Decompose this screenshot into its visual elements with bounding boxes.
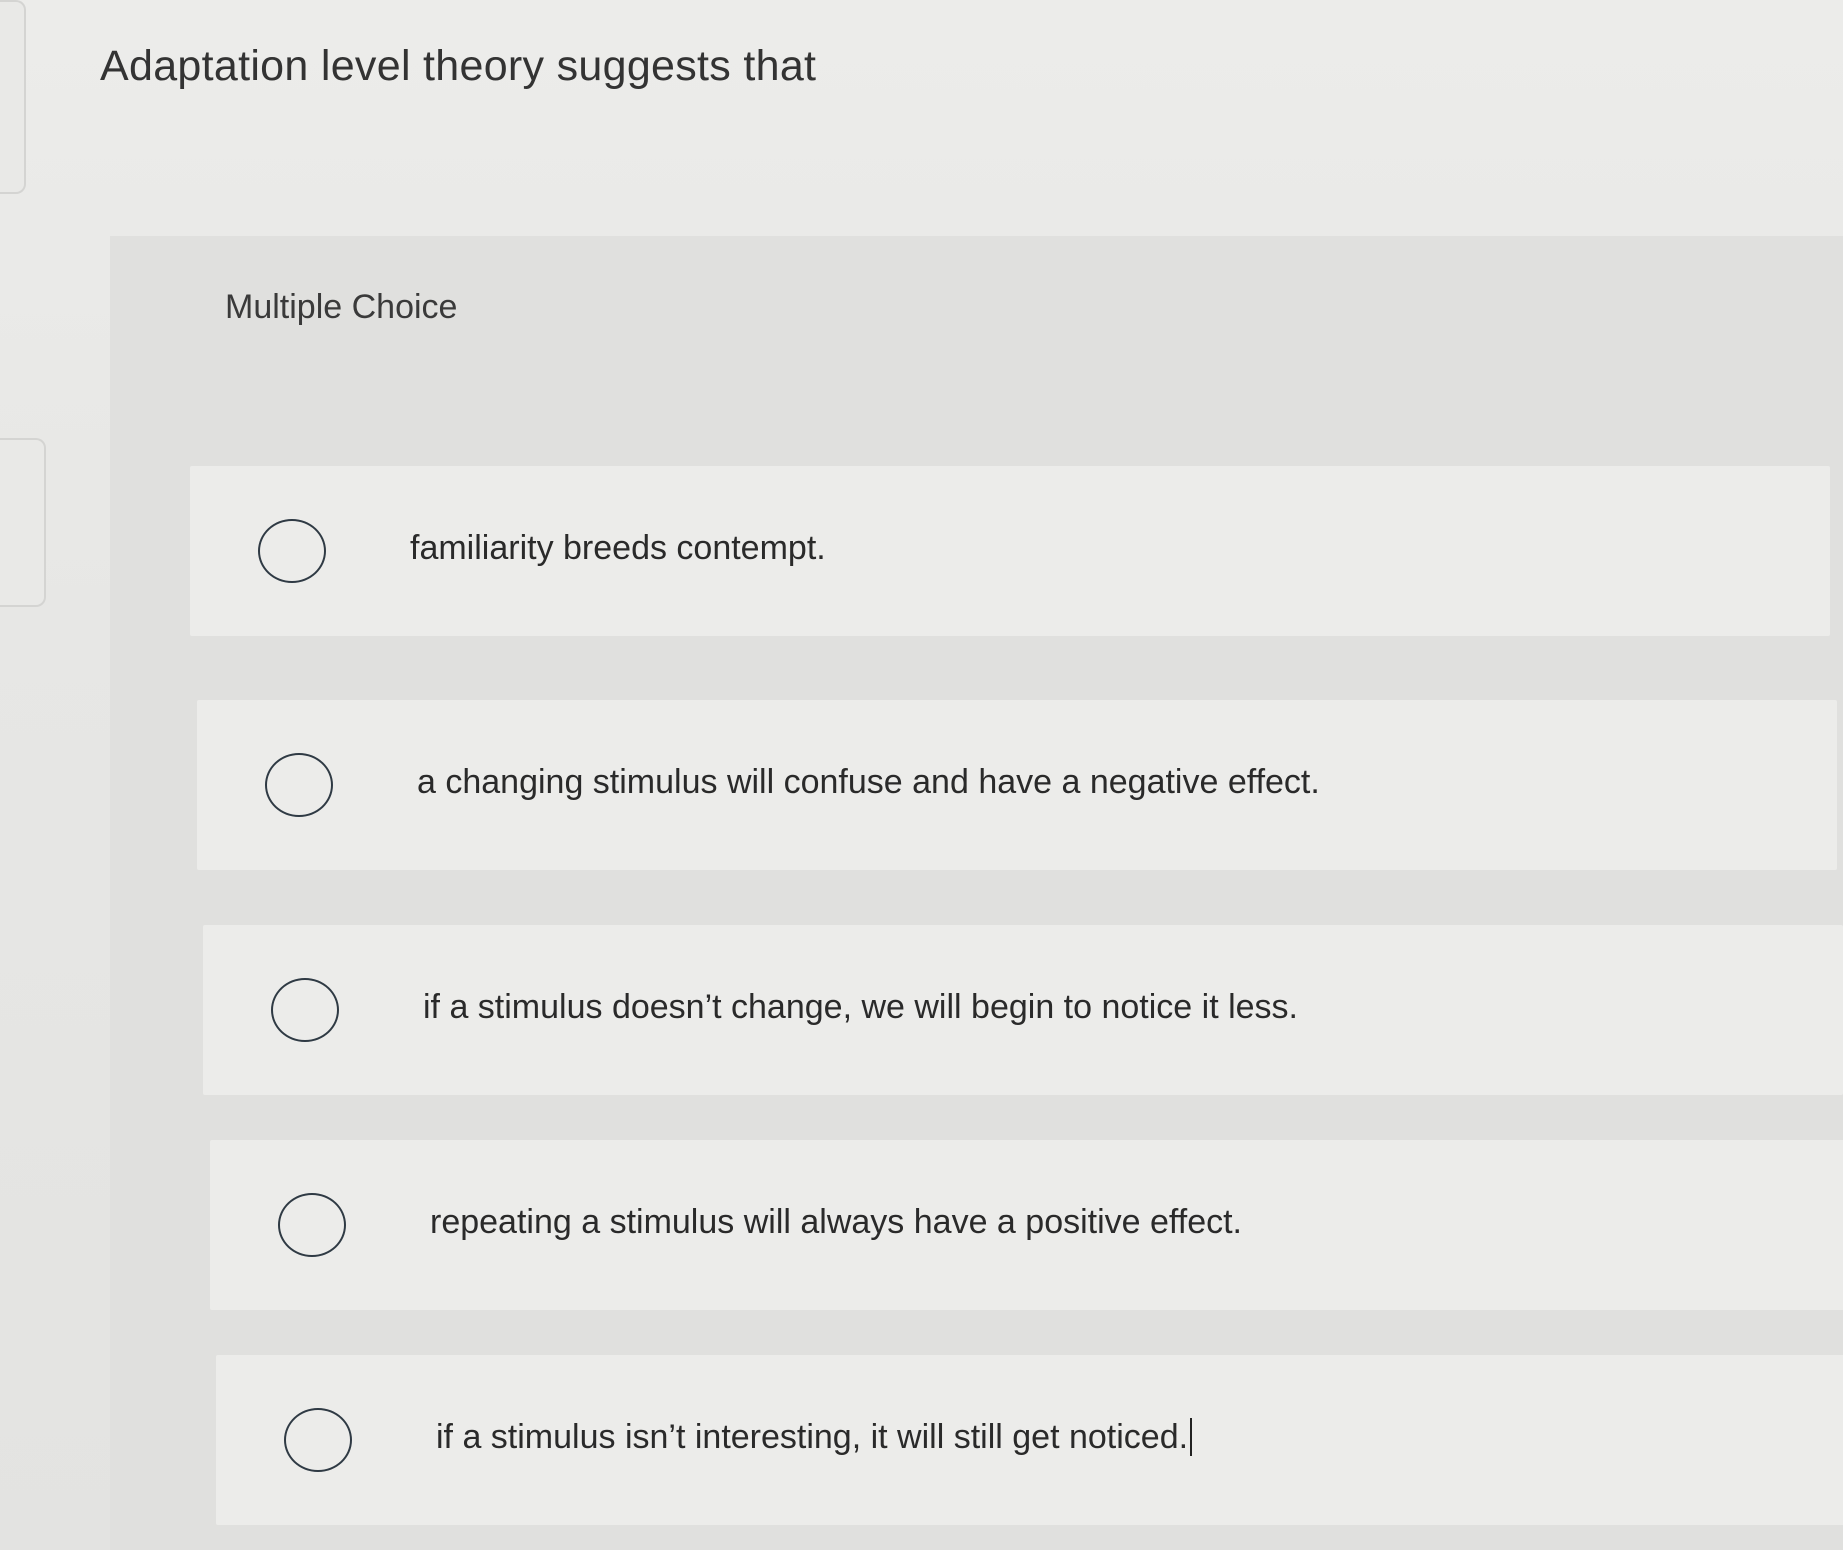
- radio-button-icon[interactable]: [265, 753, 333, 817]
- answer-option-label: repeating a stimulus will always have a …: [430, 1203, 1242, 1241]
- radio-button-icon[interactable]: [258, 519, 326, 583]
- answer-option-label-wrap: if a stimulus isn’t interesting, it will…: [436, 1418, 1193, 1457]
- answer-card: [110, 236, 1843, 1550]
- answer-option-4[interactable]: repeating a stimulus will always have a …: [210, 1140, 1843, 1310]
- answer-option-3[interactable]: if a stimulus doesn’t change, we will be…: [203, 925, 1843, 1095]
- text-cursor: [1190, 1418, 1193, 1456]
- answer-option-label: if a stimulus doesn’t change, we will be…: [423, 988, 1299, 1026]
- answer-option-label: familiarity breeds contempt.: [410, 529, 826, 567]
- radio-button-icon[interactable]: [284, 1408, 352, 1472]
- quiz-page: Adaptation level theory suggests that Mu…: [0, 0, 1843, 1550]
- radio-button-icon[interactable]: [271, 978, 339, 1042]
- answer-option-label: if a stimulus isn’t interesting, it will…: [436, 1418, 1189, 1456]
- left-edge-panel: [0, 0, 26, 194]
- radio-button-icon[interactable]: [278, 1193, 346, 1257]
- left-edge-panel: [0, 438, 46, 607]
- answer-option-label: a changing stimulus will confuse and hav…: [417, 763, 1320, 801]
- answer-option-5[interactable]: if a stimulus isn’t interesting, it will…: [216, 1355, 1843, 1525]
- answer-option-1[interactable]: familiarity breeds contempt.: [190, 466, 1830, 636]
- answer-option-2[interactable]: a changing stimulus will confuse and hav…: [197, 700, 1837, 870]
- question-type-label: Multiple Choice: [225, 288, 458, 326]
- question-title: Adaptation level theory suggests that: [100, 42, 817, 90]
